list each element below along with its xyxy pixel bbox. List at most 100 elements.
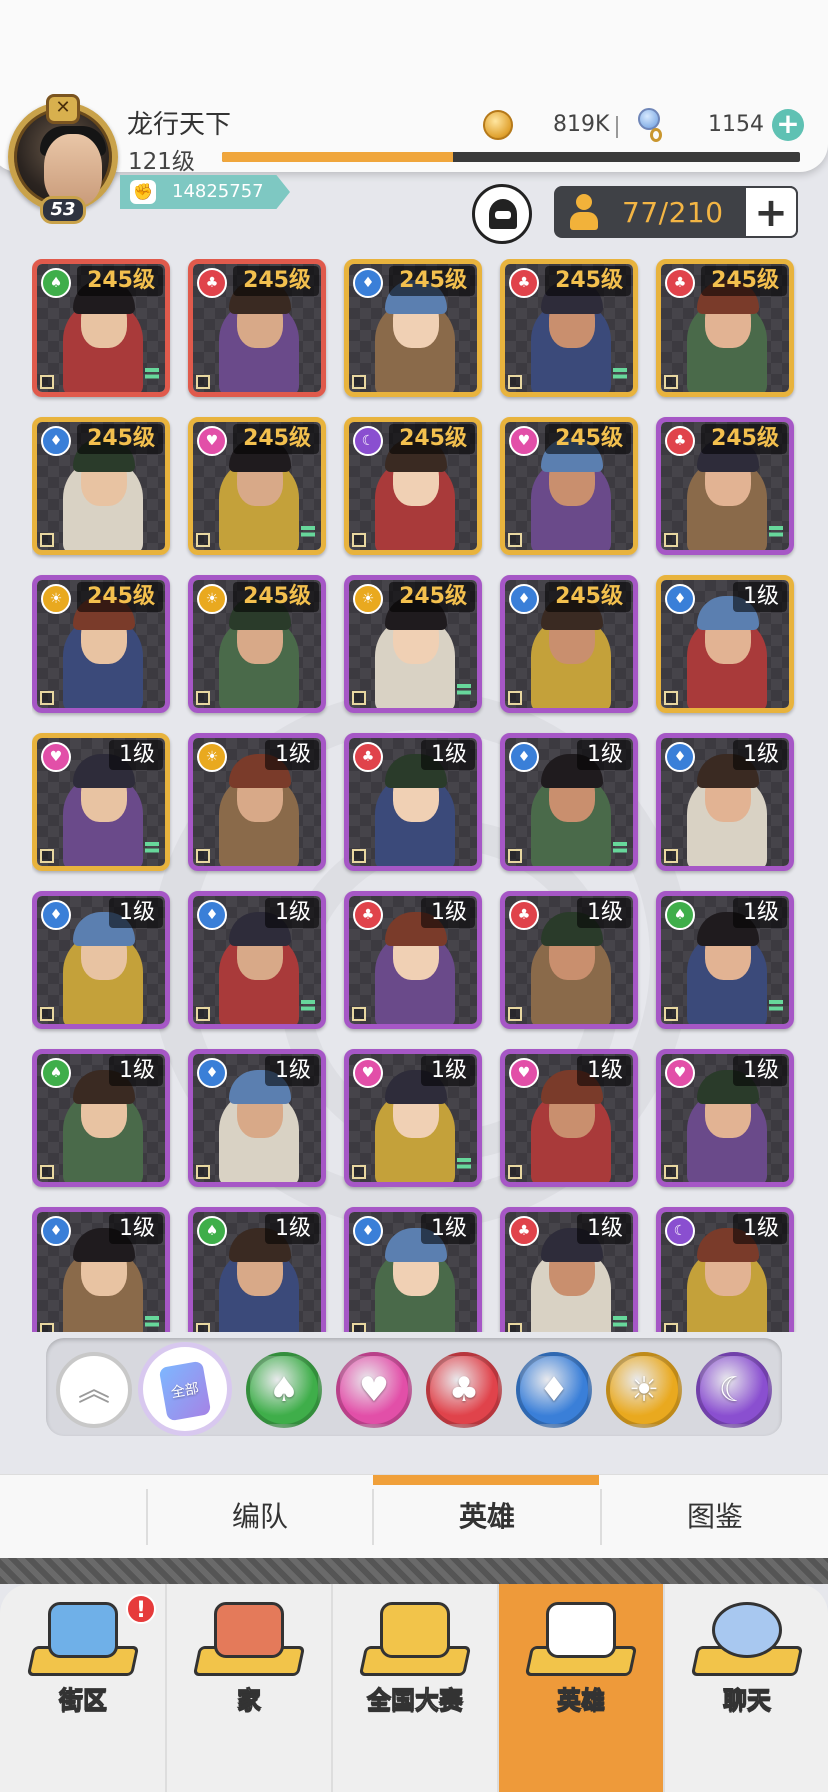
- filter-sun-button[interactable]: ☀: [606, 1352, 682, 1428]
- hero-card[interactable]: ♣ 245级: [188, 259, 326, 397]
- spade-faction-icon: ♠: [41, 268, 71, 298]
- upgrade-indicator-icon: [457, 1158, 471, 1172]
- hero-card[interactable]: ♥ 1级: [32, 733, 170, 871]
- hero-card[interactable]: ☾ 245级: [344, 417, 482, 555]
- hero-card[interactable]: ☾ 1级: [656, 1207, 794, 1332]
- helmet-icon[interactable]: [472, 184, 532, 244]
- hero-level: 1级: [421, 1214, 475, 1244]
- club-faction-icon: ♣: [197, 268, 227, 298]
- hero-card[interactable]: ♣ 1级: [344, 733, 482, 871]
- hero-card[interactable]: ♦ 1级: [500, 733, 638, 871]
- corner-frame-icon: [40, 375, 54, 389]
- hero-card[interactable]: ♣ 1级: [500, 1207, 638, 1332]
- hero-level: 245级: [233, 266, 319, 296]
- corner-frame-icon: [40, 1165, 54, 1179]
- hero-level: 1级: [109, 740, 163, 770]
- upgrade-indicator-icon: [613, 368, 627, 382]
- diamond-faction-icon: ♦: [41, 900, 71, 930]
- filter-club-button[interactable]: ♣: [426, 1352, 502, 1428]
- expand-capacity-button[interactable]: +: [744, 186, 798, 238]
- tab-formation[interactable]: 编队: [148, 1475, 372, 1559]
- diamond-faction-icon: ♦: [197, 1058, 227, 1088]
- hero-card[interactable]: ♦ 1级: [344, 1207, 482, 1332]
- hero-level: 245级: [389, 582, 475, 612]
- hero-card[interactable]: ♥ 245级: [500, 417, 638, 555]
- corner-frame-icon: [352, 1323, 366, 1332]
- player-avatar[interactable]: ✕ 53: [4, 94, 122, 224]
- add-currency-button[interactable]: +: [772, 109, 804, 141]
- hero-card[interactable]: ♠ 245级: [32, 259, 170, 397]
- hero-card[interactable]: ♥ 1级: [344, 1049, 482, 1187]
- hero-capacity: 77/210 +: [554, 186, 798, 238]
- hero-level: 1级: [733, 740, 787, 770]
- hero-card[interactable]: ♣ 245级: [656, 417, 794, 555]
- hero-card[interactable]: ♠ 1级: [188, 1207, 326, 1332]
- faction-filter-bar: ︽ 全部 ♠ ♥ ♣ ♦ ☀ ☾: [46, 1338, 782, 1436]
- filter-spade-button[interactable]: ♠: [246, 1352, 322, 1428]
- upgrade-indicator-icon: [457, 684, 471, 698]
- coin-value: 819K: [553, 112, 610, 137]
- heart-faction-icon: ♥: [353, 1058, 383, 1088]
- hero-card[interactable]: ♦ 1级: [656, 575, 794, 713]
- hero-card[interactable]: ♦ 245级: [344, 259, 482, 397]
- hero-card[interactable]: ♥ 245级: [188, 417, 326, 555]
- filter-diamond-button[interactable]: ♦: [516, 1352, 592, 1428]
- spade-faction-icon: ♠: [197, 1216, 227, 1246]
- collapse-button[interactable]: ︽: [56, 1352, 132, 1428]
- hero-level: 1级: [109, 898, 163, 928]
- diamond-faction-icon: ♦: [197, 900, 227, 930]
- hero-card[interactable]: ♥ 1级: [656, 1049, 794, 1187]
- hero-card[interactable]: ☀ 245级: [188, 575, 326, 713]
- hero-card[interactable]: ♣ 245级: [500, 259, 638, 397]
- hero-card[interactable]: ♦ 1级: [32, 891, 170, 1029]
- hero-subtabs: 编队 英雄 图鉴: [0, 1474, 828, 1558]
- hero-card[interactable]: ♦ 1级: [188, 1049, 326, 1187]
- upgrade-indicator-icon: [301, 1000, 315, 1014]
- hero-card[interactable]: ♦ 1级: [188, 891, 326, 1029]
- hero-level: 245级: [545, 424, 631, 454]
- club-faction-icon: ♣: [509, 900, 539, 930]
- nav-item-0[interactable]: 街区!: [0, 1584, 166, 1792]
- filter-heart-button[interactable]: ♥: [336, 1352, 412, 1428]
- hero-card[interactable]: ♦ 245级: [32, 417, 170, 555]
- hero-card[interactable]: ♥ 1级: [500, 1049, 638, 1187]
- nav-label: 全国大赛: [367, 1686, 464, 1715]
- corner-frame-icon: [352, 1165, 366, 1179]
- corner-frame-icon: [664, 375, 678, 389]
- player-name: 龙行天下: [127, 110, 232, 140]
- tab-codex[interactable]: 图鉴: [602, 1475, 828, 1559]
- hero-level: 245级: [389, 266, 475, 296]
- nav-item-1[interactable]: 家: [166, 1584, 332, 1792]
- filter-all-button[interactable]: 全部: [138, 1342, 232, 1436]
- hero-level: 245级: [77, 266, 163, 296]
- nav-item-4[interactable]: 聊天: [664, 1584, 828, 1792]
- corner-frame-icon: [664, 1165, 678, 1179]
- spade-faction-icon: ♠: [41, 1058, 71, 1088]
- corner-frame-icon: [508, 533, 522, 547]
- hero-level: 1级: [577, 898, 631, 928]
- hero-card[interactable]: ♦ 1级: [656, 733, 794, 871]
- hero-card[interactable]: ♦ 1级: [32, 1207, 170, 1332]
- corner-frame-icon: [508, 849, 522, 863]
- upgrade-indicator-icon: [145, 842, 159, 856]
- hero-card[interactable]: ♣ 1级: [344, 891, 482, 1029]
- hero-level: 245级: [77, 582, 163, 612]
- hero-card[interactable]: ♣ 245级: [656, 259, 794, 397]
- nav-item-3[interactable]: 英雄: [498, 1584, 664, 1792]
- hero-card[interactable]: ☀ 1级: [188, 733, 326, 871]
- filter-moon-button[interactable]: ☾: [696, 1352, 772, 1428]
- hero-card[interactable]: ♠ 1级: [656, 891, 794, 1029]
- hero-card[interactable]: ♦ 245级: [500, 575, 638, 713]
- hero-card[interactable]: ☀ 245级: [32, 575, 170, 713]
- alert-badge: !: [126, 1594, 156, 1624]
- xp-progress-fill: [222, 152, 454, 162]
- spade-faction-icon: ♠: [665, 900, 695, 930]
- hero-card[interactable]: ♠ 1级: [32, 1049, 170, 1187]
- nav-item-2[interactable]: 全国大赛: [332, 1584, 498, 1792]
- corner-frame-icon: [196, 1165, 210, 1179]
- corner-frame-icon: [40, 533, 54, 547]
- corner-frame-icon: [40, 691, 54, 705]
- tab-heroes[interactable]: 英雄: [374, 1475, 600, 1559]
- hero-card[interactable]: ♣ 1级: [500, 891, 638, 1029]
- hero-card[interactable]: ☀ 245级: [344, 575, 482, 713]
